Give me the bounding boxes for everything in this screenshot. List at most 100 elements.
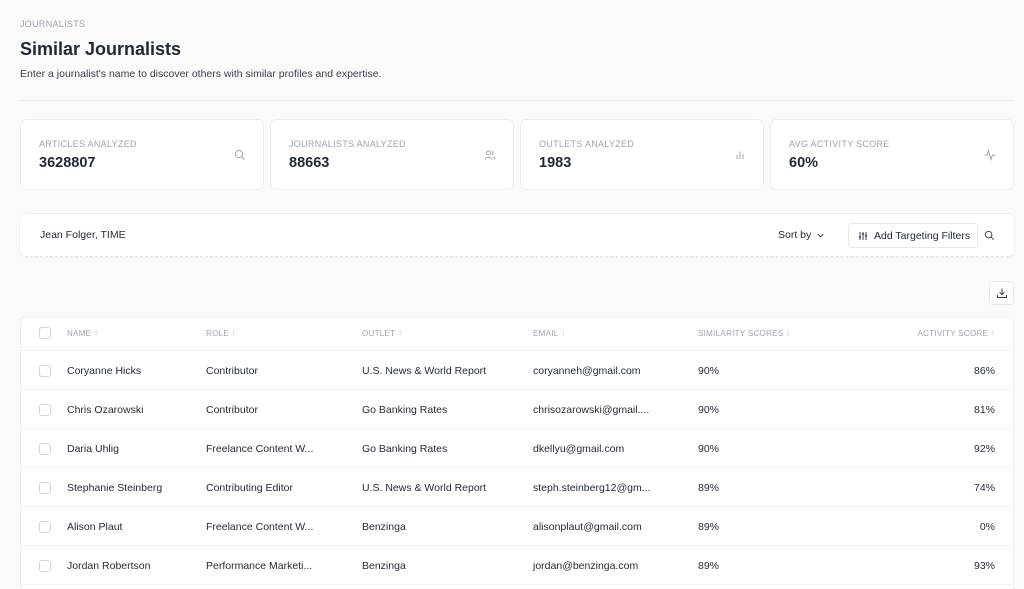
cell-role: Contributing Editor: [206, 482, 293, 494]
column-header-similarity[interactable]: SIMILARITY SCORES ↕: [698, 329, 790, 338]
table-row[interactable]: Coryanne Hicks Contributor U.S. News & W…: [21, 351, 1013, 390]
select-all-checkbox[interactable]: [39, 327, 51, 339]
sort-icon: ↕: [94, 330, 99, 337]
row-checkbox[interactable]: [39, 521, 51, 533]
cell-similarity: 90%: [698, 365, 720, 377]
add-targeting-filters-button[interactable]: Add Targeting Filters: [848, 223, 978, 248]
cell-name[interactable]: Stephanie Steinberg: [67, 482, 162, 494]
stat-card-articles: ARTICLES ANALYZED 3628807: [20, 119, 264, 190]
cell-outlet: Go Banking Rates: [362, 443, 448, 455]
journalists-table: NAME ↕ ROLE ↕ OUTLET ↕ EMAIL ↕ SIMILARITY SC…: [20, 316, 1014, 589]
cell-name[interactable]: Coryanne Hicks: [67, 365, 141, 377]
breadcrumb: JOURNALISTS: [20, 19, 86, 29]
chevron-down-icon: [817, 233, 824, 238]
row-checkbox[interactable]: [39, 443, 51, 455]
column-label: ACTIVITY SCORE: [917, 329, 989, 338]
row-checkbox[interactable]: [39, 404, 51, 416]
row-checkbox[interactable]: [39, 365, 51, 377]
stat-label: AVG ACTIVITY SCORE: [789, 139, 890, 149]
column-header-email[interactable]: EMAIL ↕: [533, 329, 565, 338]
page-subtitle: Enter a journalist's name to discover ot…: [20, 68, 382, 80]
table-row[interactable]: Daria Uhlig Freelance Content W... Go Ba…: [21, 429, 1013, 468]
cell-name[interactable]: Jordan Robertson: [67, 560, 150, 572]
column-header-name[interactable]: NAME ↕: [67, 329, 98, 338]
cell-activity: 0%: [979, 521, 995, 533]
stat-value: 1983: [539, 155, 572, 171]
cell-activity: 74%: [973, 482, 995, 494]
cell-name[interactable]: Alison Plaut: [67, 521, 122, 533]
cell-similarity: 90%: [698, 404, 720, 416]
cell-email: coryanneh@gmail.com: [533, 365, 641, 377]
cell-activity: 86%: [973, 365, 995, 377]
stat-card-activity: AVG ACTIVITY SCORE 60%: [770, 119, 1014, 190]
cell-name[interactable]: Daria Uhlig: [67, 443, 119, 455]
column-label: EMAIL: [533, 329, 559, 338]
sort-by-dropdown[interactable]: Sort by: [778, 229, 825, 241]
cell-email: alisonplaut@gmail.com: [533, 521, 642, 533]
users-icon: [484, 149, 496, 161]
search-bar: Jean Folger, TIME Sort by Add Targeting …: [20, 214, 1014, 257]
cell-email: dkellyu@gmail.com: [533, 443, 625, 455]
sort-icon: ↕: [786, 330, 791, 337]
add-targeting-filters-label: Add Targeting Filters: [874, 229, 971, 242]
journalist-search-input[interactable]: Jean Folger, TIME: [40, 229, 126, 241]
column-label: OUTLET: [362, 329, 396, 338]
column-header-outlet[interactable]: OUTLET ↕: [362, 329, 402, 338]
stat-card-journalists: JOURNALISTS ANALYZED 88663: [270, 119, 514, 190]
download-button[interactable]: [989, 281, 1014, 305]
cell-role: Performance Marketi...: [206, 560, 313, 572]
table-row[interactable]: Stephanie Steinberg Contributing Editor …: [21, 468, 1013, 507]
column-header-activity[interactable]: ACTIVITY SCORE ↕: [917, 329, 995, 338]
header-divider: [20, 100, 1014, 101]
sliders-icon: [858, 231, 868, 240]
cell-role: Contributor: [206, 365, 258, 377]
stat-value: 88663: [289, 155, 330, 171]
cell-similarity: 90%: [698, 443, 720, 455]
table-header: NAME ↕ ROLE ↕ OUTLET ↕ EMAIL ↕ SIMILARITY SC…: [21, 317, 1013, 351]
cell-email: chrisozarowski@gmail....: [533, 404, 650, 416]
row-checkbox[interactable]: [39, 482, 51, 494]
cell-activity: 93%: [973, 560, 995, 572]
search-icon: [234, 149, 246, 161]
table-row[interactable]: Chris Ozarowski Contributor Go Banking R…: [21, 390, 1013, 429]
cell-similarity: 89%: [698, 560, 720, 572]
cell-role: Contributor: [206, 404, 258, 416]
sort-icon: ↕: [232, 330, 236, 337]
cell-outlet: U.S. News & World Report: [362, 365, 487, 377]
sort-icon: ↕: [991, 330, 995, 337]
cell-outlet: Go Banking Rates: [362, 404, 448, 416]
page: JOURNALISTS Similar Journalists Enter a …: [0, 0, 1024, 589]
sort-by-label: Sort by: [778, 229, 812, 241]
stat-label: JOURNALISTS ANALYZED: [289, 139, 406, 149]
stat-value: 3628807: [39, 155, 96, 171]
row-checkbox[interactable]: [39, 560, 51, 572]
cell-activity: 92%: [973, 443, 995, 455]
cell-activity: 81%: [973, 404, 995, 416]
column-label: NAME: [67, 329, 92, 338]
sort-icon: ↕: [398, 330, 403, 337]
download-icon: [996, 288, 1007, 298]
page-title: Similar Journalists: [20, 39, 182, 59]
cell-similarity: 89%: [698, 521, 720, 533]
column-header-role[interactable]: ROLE ↕: [206, 329, 236, 338]
column-label: ROLE: [206, 329, 229, 338]
table-row[interactable]: Jordan Robertson Performance Marketi... …: [21, 546, 1013, 585]
cell-name[interactable]: Chris Ozarowski: [67, 404, 143, 416]
cell-role: Freelance Content W...: [206, 443, 314, 455]
cell-role: Freelance Content W...: [206, 521, 314, 533]
stat-card-outlets: OUTLETS ANALYZED 1983: [520, 119, 764, 190]
cell-email: steph.steinberg12@gm...: [533, 482, 651, 494]
bar-chart-icon: [734, 149, 746, 161]
sort-icon: ↕: [561, 330, 566, 337]
cell-email: jordan@benzinga.com: [533, 560, 639, 572]
search-icon[interactable]: [984, 230, 995, 241]
stat-label: ARTICLES ANALYZED: [39, 139, 137, 149]
table-row[interactable]: Alison Plaut Freelance Content W... Benz…: [21, 507, 1013, 546]
stat-label: OUTLETS ANALYZED: [539, 139, 635, 149]
activity-icon: [984, 149, 996, 161]
column-label: SIMILARITY SCORES: [698, 329, 784, 338]
cell-outlet: U.S. News & World Report: [362, 482, 487, 494]
stat-value: 60%: [789, 155, 819, 171]
cell-similarity: 89%: [698, 482, 720, 494]
cell-outlet: Benzinga: [362, 560, 406, 572]
